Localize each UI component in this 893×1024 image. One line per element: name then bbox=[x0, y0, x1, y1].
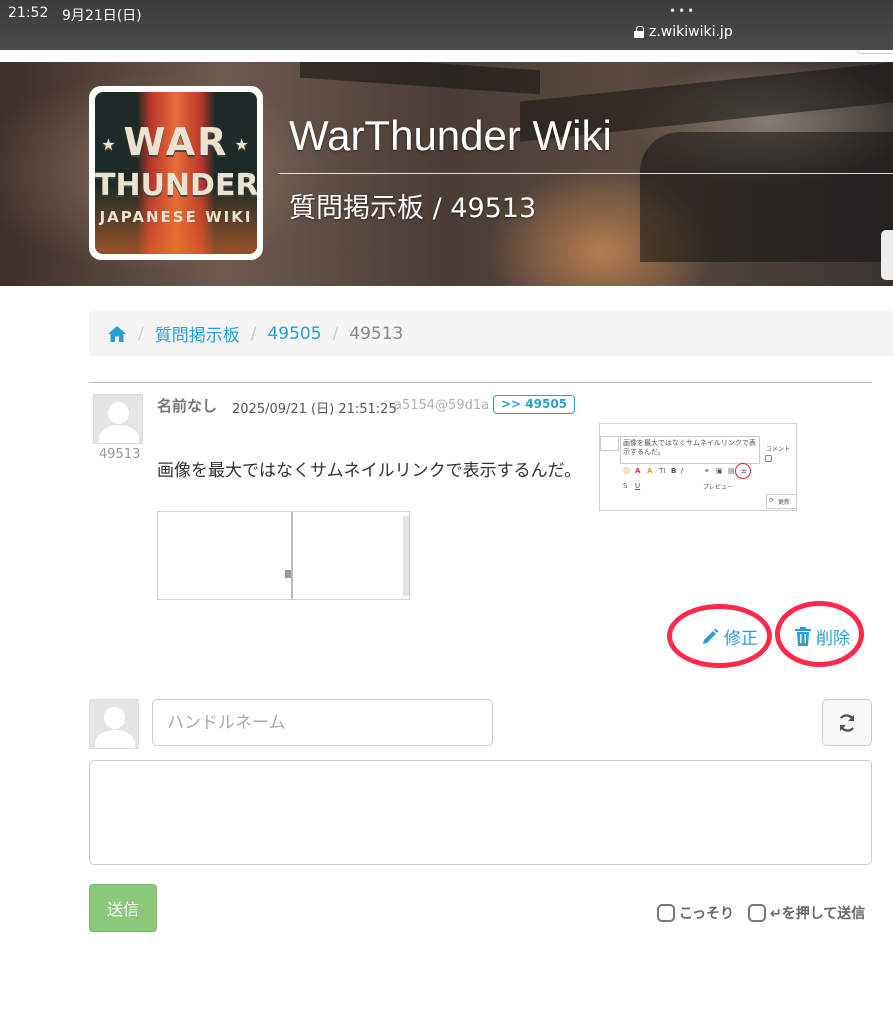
enter-send-label: ↵を押して送信 bbox=[770, 906, 866, 922]
hero-divider bbox=[278, 173, 893, 174]
breadcrumb-current: 49513 bbox=[349, 323, 404, 344]
sneak-checkbox[interactable] bbox=[657, 904, 675, 922]
breadcrumb: / 質問掲示板 / 49505 / 49513 bbox=[89, 311, 893, 356]
browser-status-bar: 21:52 9月21日(日) ••• z.wikiwiki.jp bbox=[0, 0, 893, 50]
attached-image-preview[interactable] bbox=[157, 511, 410, 600]
enter-send-option[interactable]: ↵を押して送信 bbox=[748, 903, 865, 923]
attached-image-thumbnail[interactable]: 画像を最大ではなくサムネイルリンクで表示するんだ。 コメント ☺ A A TI … bbox=[599, 423, 797, 511]
form-avatar bbox=[89, 699, 139, 749]
pencil-icon bbox=[703, 628, 719, 644]
comment-avatar bbox=[93, 394, 143, 444]
address-bar[interactable]: z.wikiwiki.jp bbox=[634, 24, 733, 40]
site-logo[interactable]: ★ WAR ★ THUNDER JAPANESE WIKI bbox=[89, 86, 263, 260]
site-title[interactable]: WarThunder Wiki bbox=[289, 112, 612, 160]
logo-image: ★ WAR ★ THUNDER JAPANESE WIKI bbox=[95, 92, 257, 254]
handle-name-input[interactable] bbox=[152, 699, 493, 746]
reply-anchor-link[interactable]: >> 49505 bbox=[493, 395, 576, 414]
logo-war-text: WAR bbox=[123, 120, 229, 164]
sneak-option[interactable]: こっそり bbox=[657, 903, 734, 923]
comment-number[interactable]: 49513 bbox=[99, 447, 140, 462]
enter-send-checkbox[interactable] bbox=[748, 904, 766, 922]
comment-body: 画像を最大ではなくサムネイルリンクで表示するんだ。 bbox=[157, 461, 582, 481]
url-text: z.wikiwiki.jp bbox=[649, 24, 733, 40]
home-icon[interactable] bbox=[107, 325, 127, 343]
comment-author: 名前なし bbox=[157, 397, 218, 415]
edit-label: 修正 bbox=[724, 629, 758, 649]
refresh-button[interactable] bbox=[822, 699, 872, 746]
page-heading: 質問掲示板 / 49513 bbox=[289, 193, 537, 224]
more-dots-icon[interactable]: ••• bbox=[669, 4, 696, 18]
send-button[interactable]: 送信 bbox=[89, 884, 157, 932]
breadcrumb-link-board[interactable]: 質問掲示板 bbox=[155, 321, 240, 346]
comment-body-textarea[interactable] bbox=[89, 760, 872, 865]
logo-sub-text: JAPANESE WIKI bbox=[99, 208, 253, 226]
delete-button[interactable]: 削除 bbox=[795, 624, 850, 649]
side-tab-handle[interactable] bbox=[881, 230, 893, 280]
delete-label: 削除 bbox=[816, 629, 850, 649]
page-top-strip bbox=[0, 50, 893, 62]
comment-datetime: 2025/09/21 (日) 21:51:25 bbox=[232, 402, 397, 417]
status-time: 21:52 bbox=[8, 5, 49, 21]
status-date: 9月21日(日) bbox=[62, 8, 142, 24]
hero-banner: ★ WAR ★ THUNDER JAPANESE WIKI WarThunder W… bbox=[0, 62, 893, 286]
breadcrumb-link-parent[interactable]: 49505 bbox=[267, 324, 321, 344]
sneak-label: こっそり bbox=[679, 906, 735, 922]
trash-icon bbox=[795, 627, 811, 646]
refresh-icon bbox=[839, 713, 855, 732]
lock-icon bbox=[634, 26, 644, 38]
logo-thunder-text: THUNDER bbox=[95, 168, 257, 203]
comment-user-id: a5154@59d1a bbox=[394, 398, 490, 413]
comment-divider bbox=[89, 382, 872, 383]
edit-button[interactable]: 修正 bbox=[701, 624, 758, 649]
